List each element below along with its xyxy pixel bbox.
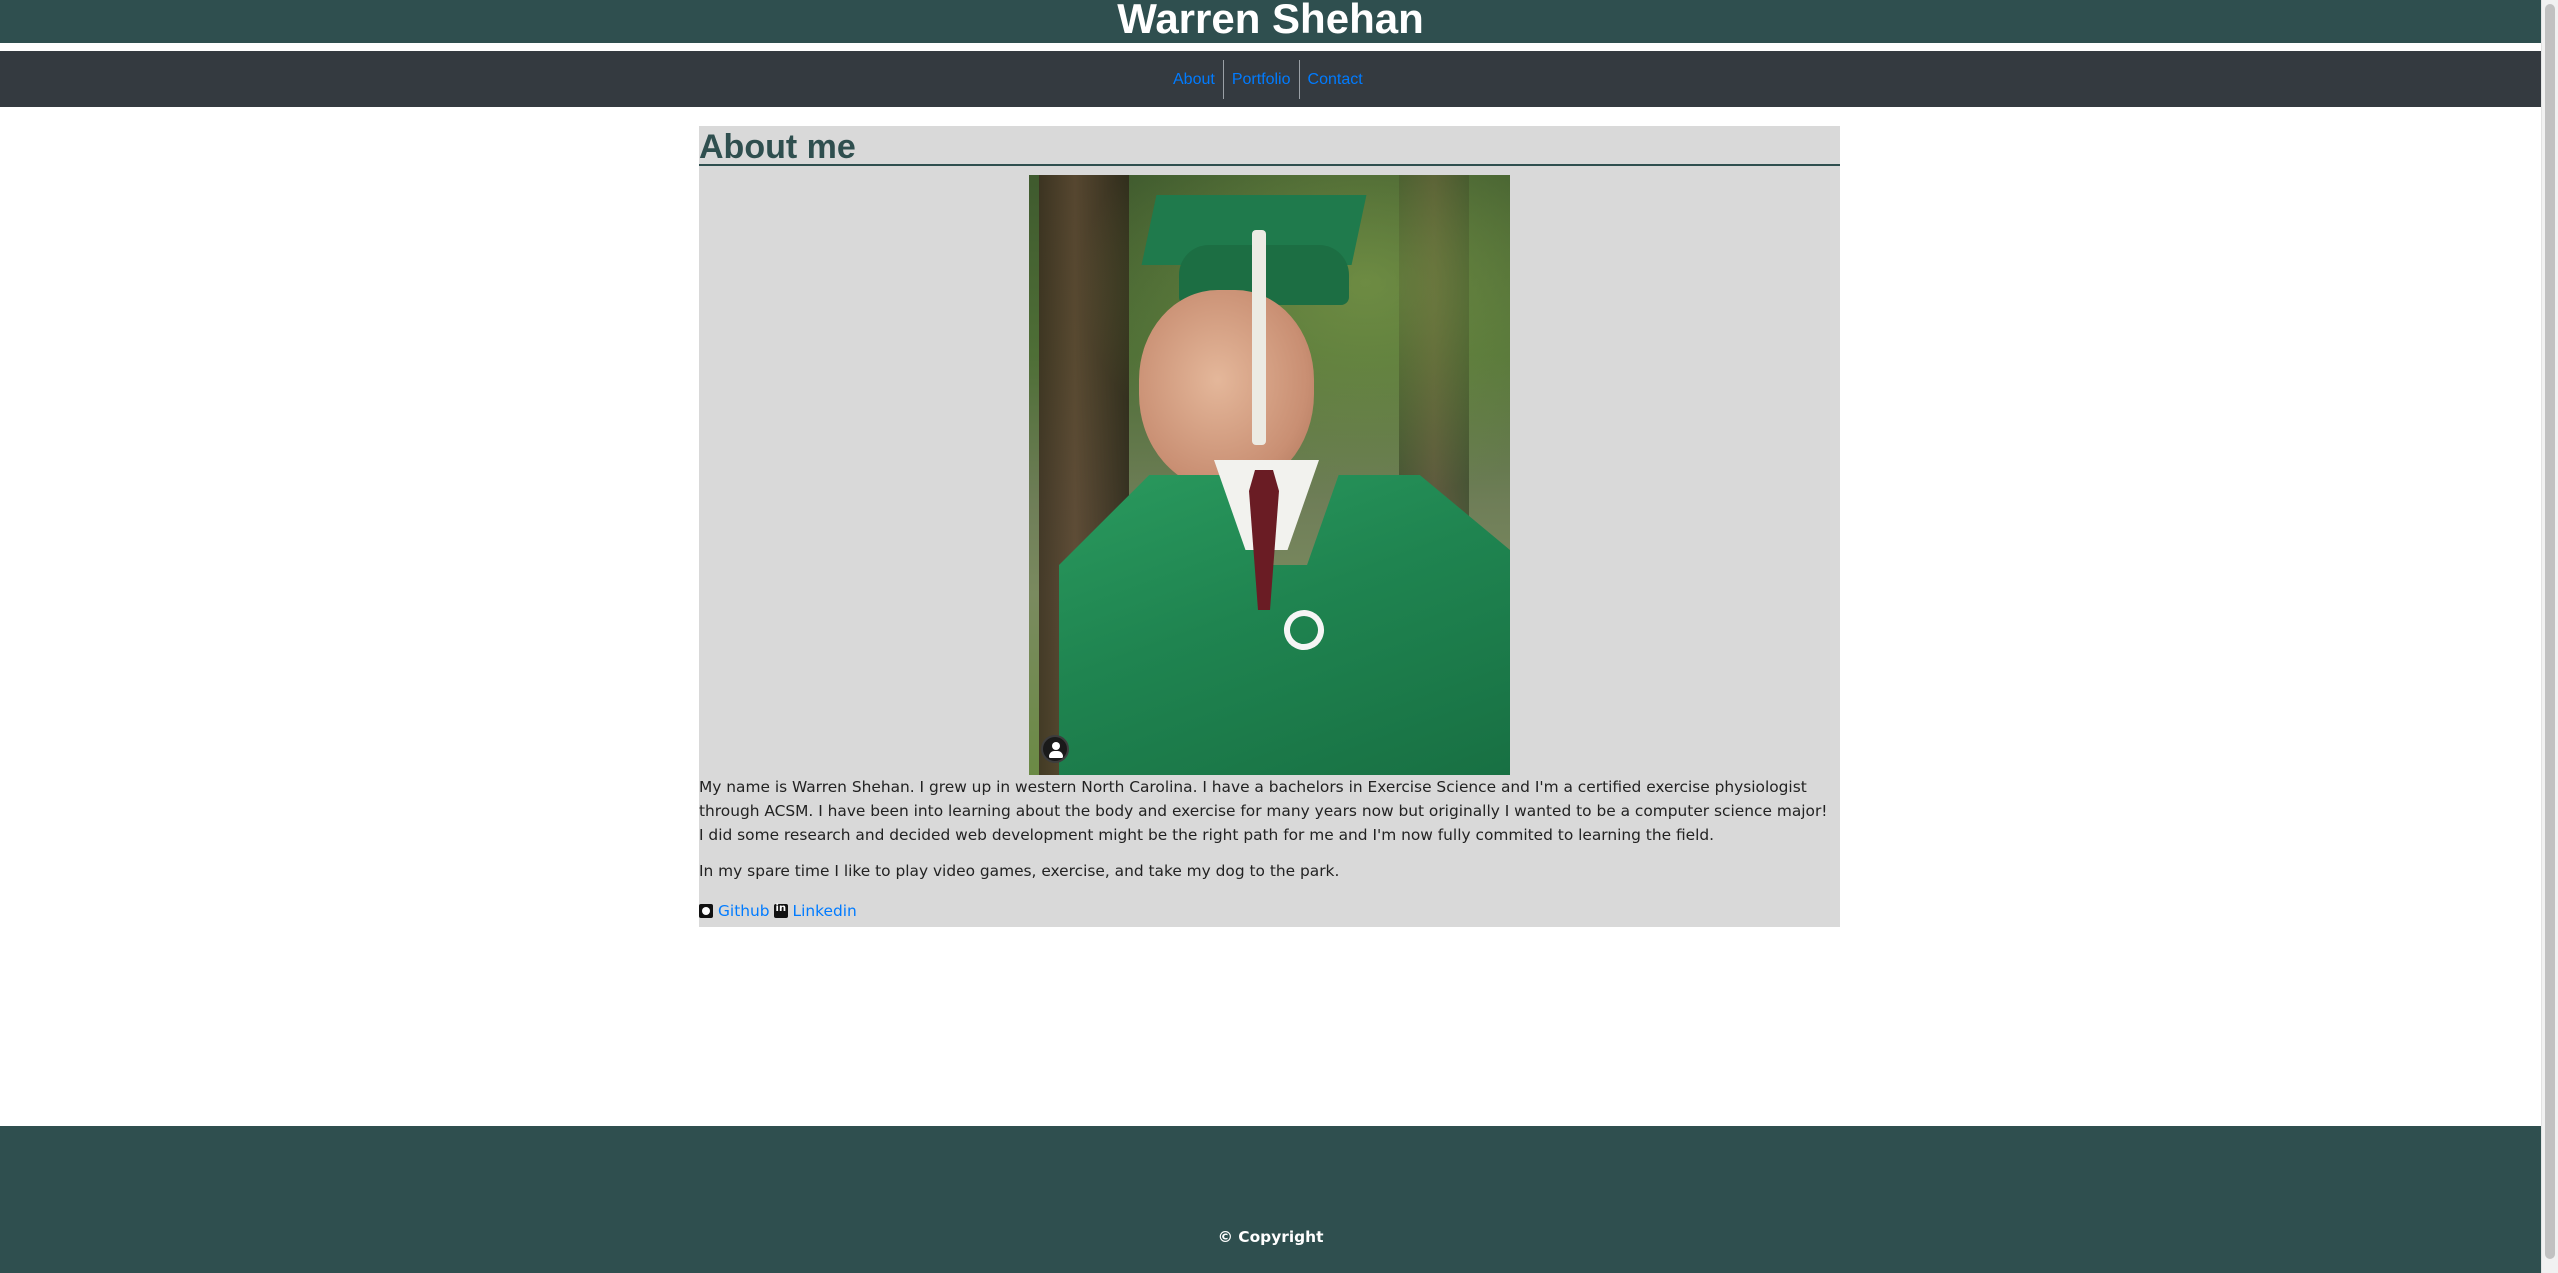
photo-tassel	[1252, 230, 1266, 445]
profile-photo	[1029, 175, 1510, 775]
page: Warren Shehan About Portfolio Contact Ab…	[0, 0, 2541, 1273]
site-title: Warren Shehan	[1117, 0, 1424, 42]
about-paragraph-2: In my spare time I like to play video ga…	[699, 862, 1340, 880]
site-header: Warren Shehan	[0, 0, 2541, 43]
linkedin-icon	[773, 903, 788, 918]
github-link[interactable]: Github	[718, 902, 770, 920]
person-icon[interactable]	[1041, 735, 1069, 763]
about-section: About me My name is Warren Shehan. I gre…	[699, 126, 1840, 927]
github-icon	[699, 904, 713, 918]
nav-list: About Portfolio Contact	[1165, 60, 1371, 99]
scrollbar-thumb[interactable]	[2545, 4, 2555, 1259]
nav-link-portfolio[interactable]: Portfolio	[1222, 60, 1299, 99]
copyright-text: © Copyright	[1217, 1228, 1324, 1246]
nav-link-about[interactable]: About	[1165, 60, 1223, 99]
about-paragraph-1: My name is Warren Shehan. I grew up in w…	[699, 778, 1828, 844]
about-heading: About me	[699, 126, 1840, 166]
nav-link-contact[interactable]: Contact	[1298, 60, 1371, 99]
linkedin-link[interactable]: Linkedin	[793, 902, 857, 920]
vertical-scrollbar[interactable]	[2541, 0, 2558, 1273]
social-links: Github Linkedin	[699, 899, 861, 923]
site-footer: © Copyright	[0, 1126, 2541, 1273]
navbar: About Portfolio Contact	[0, 51, 2541, 107]
